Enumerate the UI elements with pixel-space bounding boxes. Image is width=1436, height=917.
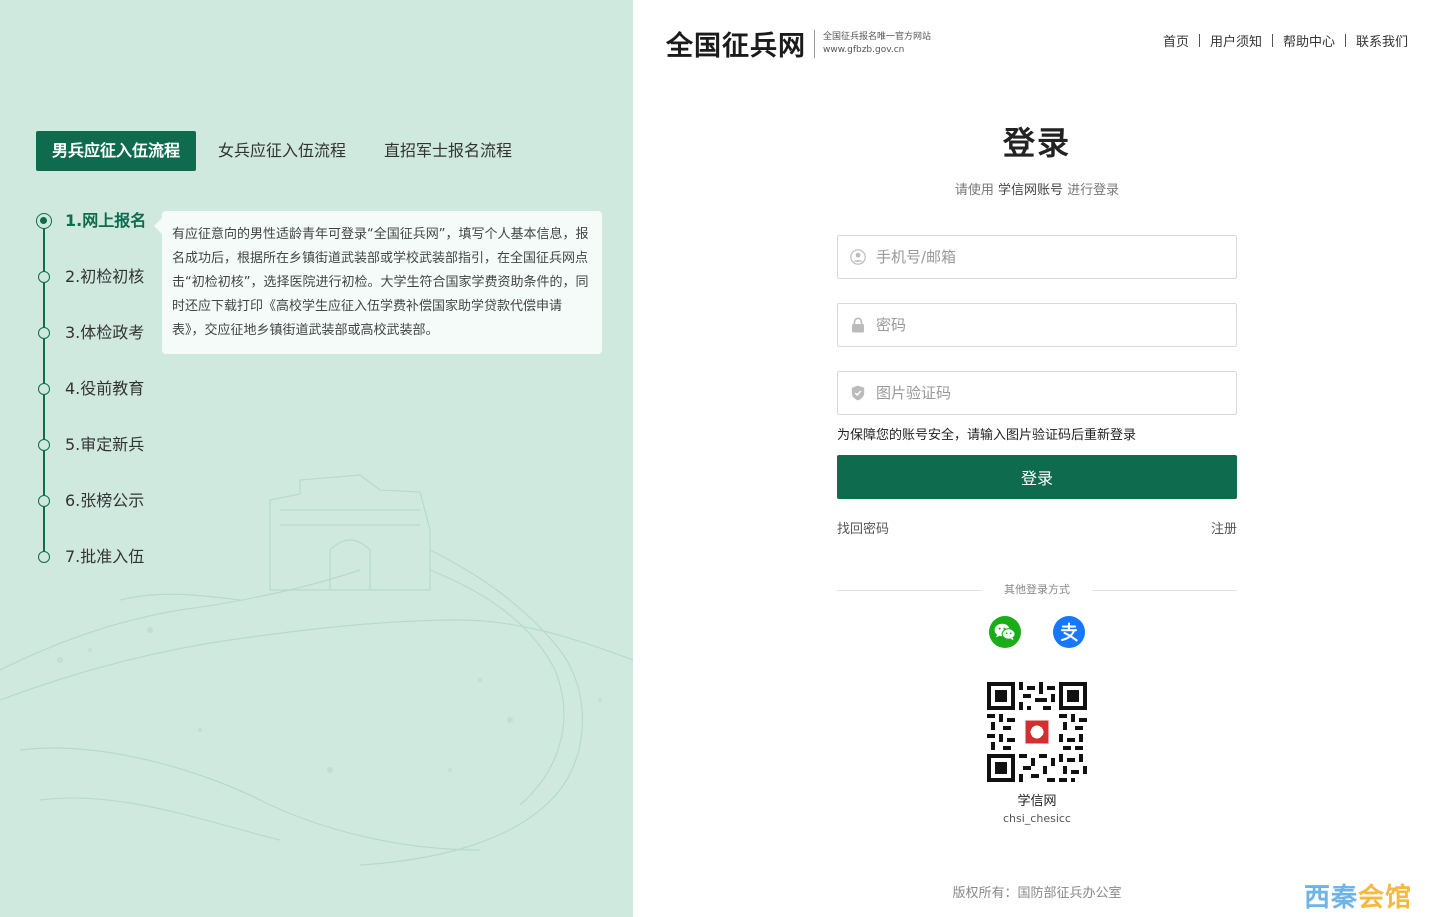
step-dot-icon [38,439,50,451]
tab-nco-process[interactable]: 直招军士报名流程 [368,131,528,171]
qr-account-id: chsi_chesicc [1003,812,1071,825]
step-label: 3.体检政考 [65,323,145,342]
login-hint: 请使用 学信网账号 进行登录 [837,179,1237,198]
nav-home[interactable]: 首页 [1163,31,1189,50]
step-label: 2.初检初核 [65,267,145,286]
step-online-registration[interactable]: 1.网上报名 [36,208,176,264]
security-warning: 为保障您的账号安全，请输入图片验证码后重新登录 [837,428,1137,443]
phone-field[interactable] [837,235,1237,279]
brand-url: www.gfbzb.gov.cn [823,44,905,55]
captcha-field[interactable] [837,371,1237,415]
password-field[interactable] [837,303,1237,347]
alipay-icon [1060,622,1078,642]
tab-female-process[interactable]: 女兵应征入伍流程 [202,131,362,171]
nav-divider [1271,34,1273,47]
step-public-notice[interactable]: 6.张榜公示 [36,488,176,544]
account-links: 找回密码 注册 [837,518,1237,537]
nav-divider [1198,34,1200,47]
step-dot-icon [38,271,50,283]
nav-user-notice[interactable]: 用户须知 [1210,31,1262,50]
brand-divider [814,29,815,58]
alipay-login-button[interactable] [1053,616,1085,648]
copyright: 版权所有：国防部征兵办公室 [952,886,1122,901]
step-label: 4.役前教育 [65,379,145,398]
top-nav: 首页 用户须知 帮助中心 联系我们 [1163,31,1408,50]
tab-male-process[interactable]: 男兵应征入伍流程 [36,131,197,171]
step-label: 6.张榜公示 [65,491,145,510]
watermark-logo: 西秦会馆 [1304,877,1412,914]
nav-contact-us[interactable]: 联系我们 [1356,31,1408,50]
step-pre-service-education[interactable]: 4.役前教育 [36,376,176,432]
step-label: 1.网上报名 [65,211,147,230]
login-title: 登录 [1002,124,1071,162]
forgot-password-link[interactable]: 找回密码 [837,522,889,537]
step-label: 5.审定新兵 [65,435,145,454]
divider-line-right [1092,590,1237,591]
process-steps: 1.网上报名 2.初检初核 3.体检政考 4.役前教育 5.审定新兵 6.张榜公… [36,208,176,600]
brand-tagline: 全国征兵报名唯一官方网站 [823,31,932,42]
step-initial-check[interactable]: 2.初检初核 [36,264,176,320]
captcha-input[interactable] [876,373,1236,413]
step-dot-icon [38,495,50,507]
left-panel: 男兵应征入伍流程 女兵应征入伍流程 直招军士报名流程 1.网上报名 2.初检初核… [0,0,633,917]
wechat-login-button[interactable] [989,616,1021,648]
brand-subtitle: 全国征兵报名唯一官方网站 www.gfbzb.gov.cn [823,31,931,57]
step-dot-icon [38,327,50,339]
user-icon [850,249,866,265]
step-physical-exam[interactable]: 3.体检政考 [36,320,176,376]
phone-email-input[interactable] [876,237,1236,277]
site-header: 全国征兵网 全国征兵报名唯一官方网站 www.gfbzb.gov.cn 首页 用… [666,20,1408,63]
watermark-part1: 西秦 [1304,883,1359,913]
step-label: 7.批准入伍 [65,547,145,566]
qr-account-name: 学信网 [1017,794,1057,809]
login-form: 登录 请使用 学信网账号 进行登录 为保障您的账号安全，请输入图片验证码后重新登… [837,118,1237,825]
process-tabs: 男兵应征入伍流程 女兵应征入伍流程 直招军士报名流程 [36,131,534,171]
step-description: 有应征意向的男性适龄青年可登录“全国征兵网”，填写个人基本信息，报名成功后，根据… [154,211,602,354]
step-approve-recruits[interactable]: 5.审定新兵 [36,432,176,488]
step-dot-icon [36,213,52,229]
nav-divider [1344,34,1346,47]
password-input[interactable] [876,305,1236,345]
site-brand[interactable]: 全国征兵网 全国征兵报名唯一官方网站 www.gfbzb.gov.cn [666,24,931,63]
hint-prefix: 请使用 [954,183,998,198]
step-enlistment-approval[interactable]: 7.批准入伍 [36,544,176,600]
wechat-icon [994,623,1016,641]
nav-help-center[interactable]: 帮助中心 [1283,31,1335,50]
shield-icon [850,385,866,401]
register-link[interactable]: 注册 [1211,518,1237,537]
hint-suffix: 进行登录 [1063,183,1120,198]
step-dot-icon [38,383,50,395]
watermark-part2: 会馆 [1358,883,1413,913]
login-button[interactable]: 登录 [837,455,1237,499]
hint-account: 学信网账号 [997,183,1063,198]
site-logo: 全国征兵网 [666,31,806,62]
step-dot-icon [38,551,50,563]
qr-code [987,682,1087,782]
other-login-divider: 其他登录方式 [837,582,1237,598]
lock-icon [850,317,866,333]
